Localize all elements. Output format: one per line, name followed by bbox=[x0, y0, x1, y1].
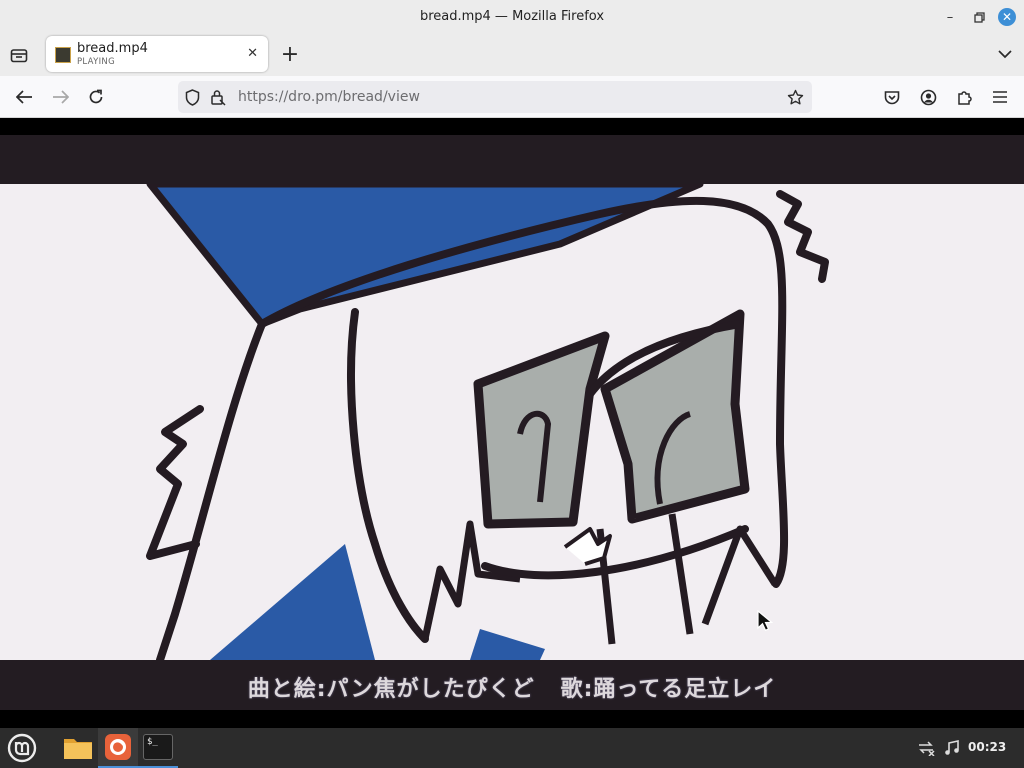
firefox-view-icon[interactable] bbox=[8, 44, 30, 66]
desktop-taskbar: $_ 00:23 bbox=[0, 728, 1024, 768]
pocket-icon[interactable] bbox=[881, 86, 903, 108]
minimize-icon[interactable]: – bbox=[941, 8, 959, 26]
account-icon[interactable] bbox=[917, 86, 939, 108]
taskbar-clock[interactable]: 00:23 bbox=[968, 740, 1006, 754]
files-folder-icon[interactable] bbox=[58, 728, 98, 768]
window-titlebar: bread.mp4 — Mozilla Firefox – ✕ bbox=[0, 0, 1024, 34]
video-viewport[interactable]: 曲と絵:パン焦がしたぴくど 歌:踊ってる足立レイ bbox=[0, 118, 1024, 728]
reload-icon[interactable] bbox=[85, 86, 107, 108]
extensions-icon[interactable] bbox=[953, 86, 975, 108]
credits-right: 歌:踊ってる足立レイ bbox=[560, 677, 777, 702]
window-title: bread.mp4 — Mozilla Firefox bbox=[419, 9, 605, 24]
terminal-glyph: $_ bbox=[143, 734, 173, 760]
terminal-icon[interactable]: $_ bbox=[138, 728, 178, 768]
credits-left: 曲と絵:パン焦がしたぴくど bbox=[247, 677, 535, 702]
video-thumbnail-icon bbox=[55, 47, 71, 63]
letterbox-top bbox=[0, 135, 1024, 184]
bookmark-star-icon[interactable] bbox=[785, 87, 805, 107]
url-text[interactable]: https://dro.pm/bread/view bbox=[238, 89, 420, 105]
restore-icon[interactable] bbox=[970, 8, 988, 26]
chevron-down-icon[interactable] bbox=[994, 43, 1016, 65]
tab-title: bread.mp4 bbox=[77, 41, 148, 56]
navigation-toolbar: https://dro.pm/bread/view bbox=[0, 76, 1024, 118]
tab-strip: bread.mp4 PLAYING ✕ + bbox=[0, 34, 1024, 76]
menu-icon[interactable] bbox=[989, 86, 1011, 108]
tab-close-icon[interactable]: ✕ bbox=[247, 46, 258, 61]
video-credits-subtitle: 曲と絵:パン焦がしたぴくど 歌:踊ってる足立レイ bbox=[0, 671, 1024, 703]
forward-arrow-icon[interactable] bbox=[49, 86, 71, 108]
tab-playing-label: PLAYING bbox=[77, 57, 115, 67]
tab-bread-mp4[interactable]: bread.mp4 PLAYING ✕ bbox=[46, 36, 268, 72]
music-note-icon[interactable] bbox=[940, 728, 964, 768]
back-arrow-icon[interactable] bbox=[13, 86, 35, 108]
close-icon[interactable]: ✕ bbox=[998, 8, 1016, 26]
video-frame[interactable] bbox=[0, 184, 1024, 660]
tracking-shield-icon[interactable] bbox=[182, 87, 202, 107]
mint-menu-icon[interactable] bbox=[2, 728, 42, 768]
video-frame-illustration bbox=[146, 184, 829, 660]
lock-icon[interactable] bbox=[208, 87, 228, 107]
firefox-icon[interactable] bbox=[98, 728, 138, 768]
mouse-cursor-icon bbox=[757, 610, 774, 632]
network-disconnected-icon[interactable] bbox=[914, 728, 938, 768]
url-bar[interactable]: https://dro.pm/bread/view bbox=[178, 81, 812, 113]
new-tab-icon[interactable]: + bbox=[279, 42, 301, 67]
